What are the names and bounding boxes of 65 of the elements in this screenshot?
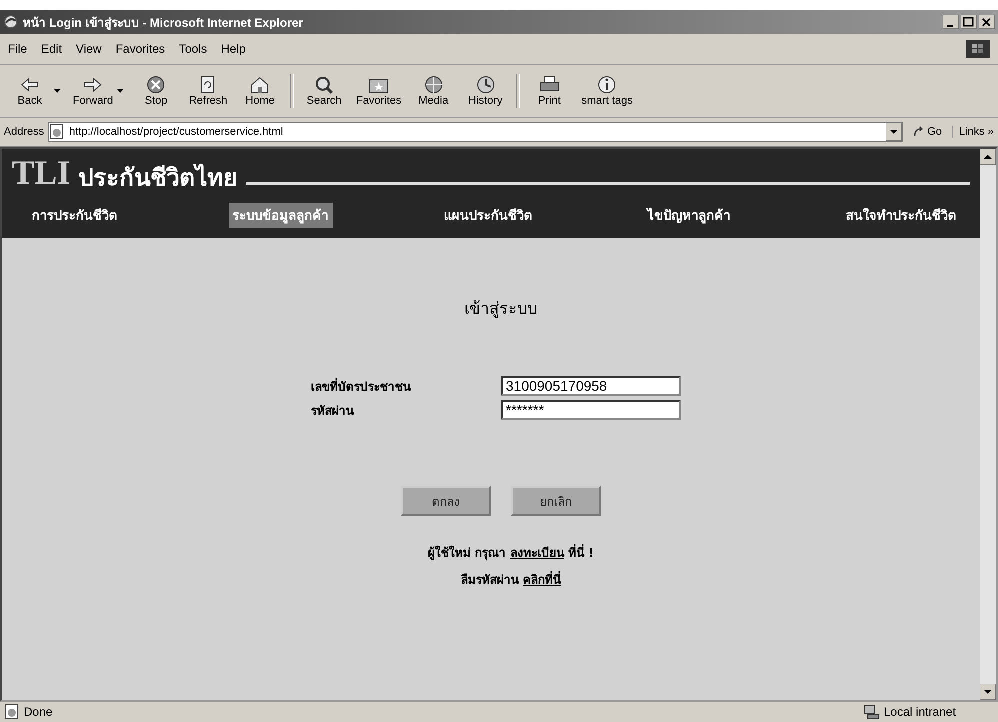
form-button[interactable]: ยกเลิก	[511, 486, 601, 516]
info-icon	[596, 75, 618, 95]
zone-text: Local intranet	[884, 705, 958, 719]
toolbar-button[interactable]: History	[460, 75, 512, 107]
field-label: รหัสผ่าน	[311, 402, 356, 420]
link-text: ลืมรหัสผ่าน คลิกที่นี่	[460, 570, 562, 589]
nav-link[interactable]: ไขปัญหาลูกค้า	[644, 203, 734, 228]
form-heading: เข้าสู่ระบบ	[464, 298, 538, 320]
toolbar-button[interactable]: Back	[4, 75, 67, 107]
toolbar-button[interactable]: Search	[298, 75, 350, 107]
clock-icon	[474, 75, 497, 95]
dropdown-arrow-icon	[54, 89, 61, 93]
nav-link[interactable]: แผนประกันชีวิต	[440, 203, 536, 228]
text-link[interactable]: คลิกที่นี่	[523, 573, 562, 587]
nav-link[interactable]: การประกันชีวิต	[28, 203, 121, 228]
logo-mark: TLI	[12, 157, 71, 191]
toolbar-button[interactable]: Favorites	[350, 75, 408, 107]
text-link[interactable]: ลงทะเบียน	[510, 546, 564, 560]
address-field[interactable]: http://localhost/project/customerservice.html	[48, 122, 904, 142]
dropdown-arrow-icon[interactable]	[886, 123, 902, 141]
close-button[interactable]	[979, 15, 995, 29]
page-icon	[49, 124, 66, 140]
window-title: หน้า Login เข้าสู่ระบบ - Microsoft Internet Explorer	[23, 14, 304, 32]
toolbar-button[interactable]: Stop	[130, 75, 182, 107]
toolbar-button[interactable]: Refresh	[182, 75, 234, 107]
scroll-up-button[interactable]	[980, 149, 996, 165]
status-text: Done	[24, 705, 53, 719]
right-arrow-icon	[82, 75, 104, 95]
toolbar-button[interactable]: Media	[408, 75, 460, 107]
address-label: Address	[4, 126, 44, 138]
maximize-button[interactable]	[961, 15, 977, 29]
nav-link[interactable]: ระบบข้อมูลลูกค้า	[228, 203, 332, 228]
globe-icon	[422, 75, 445, 95]
toolbar-button[interactable]: Forward	[67, 75, 130, 107]
stop-icon	[145, 75, 168, 95]
field-label: เลขที่บัตรประชาชน	[311, 377, 412, 396]
nav-link[interactable]: สนใจทำประกันชีวิต	[842, 203, 960, 228]
dropdown-arrow-icon	[117, 89, 124, 93]
left-arrow-icon	[19, 75, 41, 95]
scrollbar[interactable]	[980, 149, 996, 700]
search-icon	[313, 75, 336, 95]
menu-item[interactable]: Favorites	[116, 42, 166, 56]
input-field[interactable]: 3100905170958	[501, 376, 681, 396]
menu-item[interactable]: View	[76, 42, 102, 56]
page-icon	[4, 704, 20, 720]
go-arrow-icon	[913, 126, 926, 138]
toolbar-button[interactable]: smart tags	[576, 75, 639, 107]
links-button[interactable]: Links »	[952, 126, 994, 138]
form-button[interactable]: ตกลง	[401, 486, 491, 516]
menu-item[interactable]: Tools	[179, 42, 208, 56]
go-button[interactable]: Go	[907, 126, 948, 138]
network-computer-icon	[864, 704, 880, 720]
toolbar-button[interactable]: Print	[524, 75, 576, 107]
windows-logo-icon	[966, 40, 990, 58]
link-text: ผู้ใช้ใหม่ กรุณา ลงทะเบียน ที่นี่ !	[428, 543, 594, 562]
logo-text: ประกันชีวิตไทย	[78, 164, 238, 191]
minimize-button[interactable]	[943, 15, 959, 29]
menu-item[interactable]: Help	[221, 42, 246, 56]
browser-icon	[3, 14, 19, 30]
menu-item[interactable]: Edit	[41, 42, 62, 56]
menu-item[interactable]: File	[8, 42, 28, 56]
toolbar-button[interactable]: Home	[234, 75, 286, 107]
input-field[interactable]: *******	[501, 400, 681, 420]
home-icon	[249, 75, 272, 95]
scroll-down-button[interactable]	[980, 684, 996, 700]
